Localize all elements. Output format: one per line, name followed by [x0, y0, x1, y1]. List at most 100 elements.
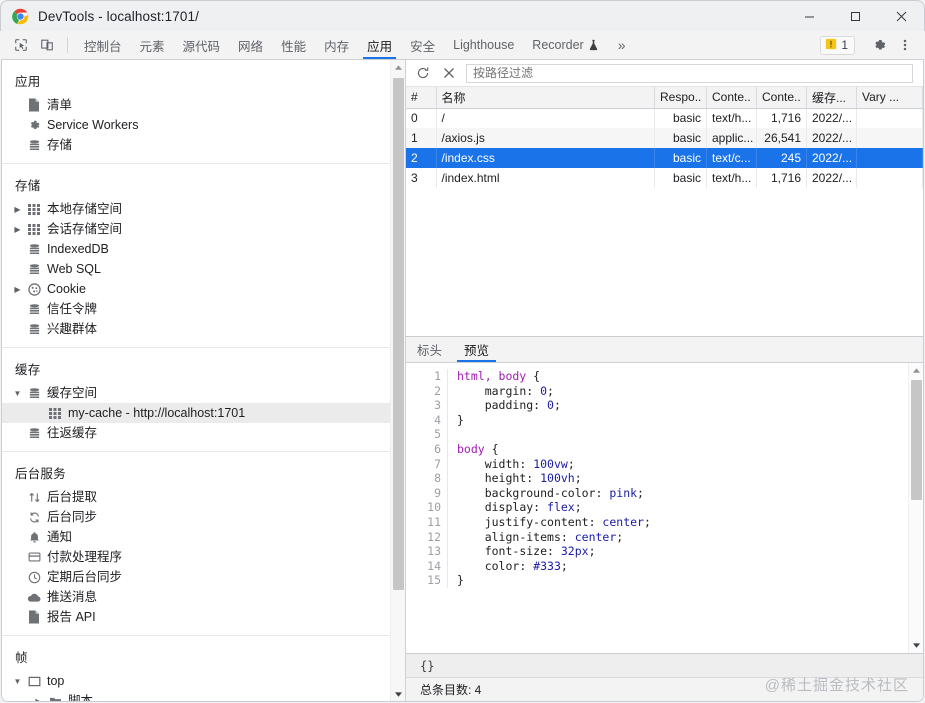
- tab-network[interactable]: 网络: [229, 31, 272, 59]
- sidebar-item-my-cache[interactable]: my-cache - http://localhost:1701: [2, 403, 391, 423]
- tab-application[interactable]: 应用: [358, 31, 401, 59]
- gear-icon[interactable]: [866, 34, 892, 56]
- gear-icon: [24, 119, 44, 132]
- scroll-up-icon[interactable]: [391, 60, 405, 75]
- twisty-right-icon[interactable]: ▶: [11, 205, 24, 214]
- code-content: html, body { margin: 0; padding: 0;} bod…: [448, 369, 651, 588]
- column-header-vary[interactable]: Vary ...: [857, 87, 923, 108]
- tab-elements[interactable]: 元素: [131, 31, 174, 59]
- tab-label: 安全: [410, 36, 435, 55]
- sidebar-item-periodic-background-sync[interactable]: 定期后台同步: [2, 567, 391, 587]
- database-icon: [24, 263, 44, 276]
- application-sidebar: 应用 清单: [2, 60, 406, 702]
- sidebar-item-reporting-api[interactable]: 报告 API: [2, 607, 391, 627]
- tab-security[interactable]: 安全: [401, 31, 444, 59]
- table-row[interactable]: 0 / basic text/h... 1,716 2022/...: [406, 108, 923, 128]
- sidebar-section-cache: 缓存 ▼ 缓存空间 my-cache - http://localhost:17…: [2, 348, 391, 452]
- folder-icon: [45, 696, 65, 703]
- column-header-content-type[interactable]: Conte..: [707, 87, 757, 108]
- inspect-element-icon[interactable]: [8, 31, 34, 59]
- item-label: 后台同步: [47, 507, 97, 527]
- sidebar-item-interest-groups[interactable]: 兴趣群体: [2, 319, 391, 339]
- sidebar-item-websql[interactable]: Web SQL: [2, 259, 391, 279]
- table-row-selected[interactable]: 2 /index.css basic text/c... 245 2022/..…: [406, 148, 923, 168]
- twisty-down-icon[interactable]: ▼: [11, 389, 24, 398]
- scroll-down-icon[interactable]: [909, 638, 923, 653]
- column-header-response-type[interactable]: Respo..: [655, 87, 707, 108]
- scrollbar-thumb[interactable]: [393, 78, 404, 590]
- database-icon: [24, 303, 44, 316]
- more-tabs-button[interactable]: »: [608, 31, 636, 59]
- cell-content-length: 245: [757, 148, 807, 168]
- tab-performance[interactable]: 性能: [272, 31, 315, 59]
- item-label: 脚本: [68, 691, 93, 702]
- column-header-content-length[interactable]: Conte..: [757, 87, 807, 108]
- cell-content-type: text/h...: [707, 168, 757, 188]
- scrollbar-thumb[interactable]: [911, 380, 922, 500]
- minimize-button[interactable]: [786, 1, 832, 32]
- column-header-index[interactable]: #: [406, 87, 436, 108]
- sidebar-item-trust-tokens[interactable]: 信任令牌: [2, 299, 391, 319]
- column-header-time-cached[interactable]: 缓存...: [807, 87, 857, 108]
- sidebar-item-back-forward-cache[interactable]: 往返缓存: [2, 423, 391, 443]
- cache-entries-table: # 名称 Respo.. Conte.. Conte.. 缓存... Vary …: [406, 87, 923, 188]
- sidebar-item-indexeddb[interactable]: IndexedDB: [2, 239, 391, 259]
- device-toolbar-icon[interactable]: [34, 31, 60, 59]
- item-label: top: [47, 671, 64, 691]
- sidebar-item-background-sync[interactable]: 后台同步: [2, 507, 391, 527]
- sidebar-item-payment-handler[interactable]: 付款处理程序: [2, 547, 391, 567]
- tab-console[interactable]: 控制台: [75, 31, 131, 59]
- tab-memory[interactable]: 内存: [315, 31, 358, 59]
- path-filter-input[interactable]: [466, 64, 913, 83]
- column-header-name[interactable]: 名称: [436, 87, 655, 108]
- clear-icon[interactable]: [436, 61, 462, 85]
- cell-content-length: 1,716: [757, 108, 807, 128]
- sidebar-item-session-storage[interactable]: ▶ 会话存储空间: [2, 219, 391, 239]
- tab-sources[interactable]: 源代码: [174, 31, 230, 59]
- close-button[interactable]: [878, 1, 924, 32]
- sidebar-item-notifications[interactable]: 通知: [2, 527, 391, 547]
- item-label: 信任令牌: [47, 299, 97, 319]
- item-label: 报告 API: [47, 607, 96, 627]
- tab-label: 标头: [417, 340, 442, 359]
- sidebar-item-storage[interactable]: 存储: [2, 135, 391, 155]
- section-title: 帧: [2, 642, 391, 671]
- cell-index: 1: [406, 128, 436, 148]
- item-label: 清单: [47, 95, 72, 115]
- sidebar-item-cache-storage[interactable]: ▼ 缓存空间: [2, 383, 391, 403]
- sidebar-scrollbar[interactable]: [390, 60, 405, 702]
- item-label: 定期后台同步: [47, 567, 122, 587]
- maximize-button[interactable]: [832, 1, 878, 32]
- sidebar-item-frame-scripts[interactable]: ▶ 脚本: [2, 691, 391, 702]
- sidebar-item-background-fetch[interactable]: 后台提取: [2, 487, 391, 507]
- twisty-right-icon[interactable]: ▶: [32, 697, 45, 703]
- tab-lighthouse[interactable]: Lighthouse: [444, 31, 523, 59]
- scroll-down-icon[interactable]: [391, 687, 405, 702]
- table-row[interactable]: 1 /axios.js basic applic... 26,541 2022/…: [406, 128, 923, 148]
- tab-headers[interactable]: 标头: [406, 337, 453, 362]
- kebab-menu-icon[interactable]: [892, 34, 918, 56]
- sidebar-item-frame-top[interactable]: ▼ top: [2, 671, 391, 691]
- sidebar-item-push-messaging[interactable]: 推送消息: [2, 587, 391, 607]
- twisty-right-icon[interactable]: ▶: [11, 285, 24, 294]
- sidebar-item-service-workers[interactable]: Service Workers: [2, 115, 391, 135]
- refresh-icon[interactable]: [410, 61, 436, 85]
- warning-icon: [825, 38, 837, 53]
- json-preview-bar[interactable]: {}: [406, 653, 923, 677]
- sidebar-item-local-storage[interactable]: ▶ 本地存储空间: [2, 199, 391, 219]
- tab-recorder[interactable]: Recorder: [523, 31, 607, 59]
- tab-preview[interactable]: 预览: [453, 337, 500, 362]
- twisty-down-icon[interactable]: ▼: [11, 677, 24, 686]
- code-scrollbar[interactable]: [908, 363, 923, 653]
- sidebar-item-manifest[interactable]: 清单: [2, 95, 391, 115]
- status-bar: 总条目数: 4 @稀土掘金技术社区: [406, 677, 923, 701]
- scroll-up-icon[interactable]: [909, 363, 923, 378]
- section-title: 应用: [2, 66, 391, 95]
- sidebar-item-cookie[interactable]: ▶ Cookie: [2, 279, 391, 299]
- table-row[interactable]: 3 /index.html basic text/h... 1,716 2022…: [406, 168, 923, 188]
- item-label: 存储: [47, 135, 72, 155]
- warning-badge[interactable]: 1: [820, 36, 855, 55]
- cookie-icon: [24, 283, 44, 296]
- code-line: padding: 0;: [457, 398, 651, 413]
- twisty-right-icon[interactable]: ▶: [11, 225, 24, 234]
